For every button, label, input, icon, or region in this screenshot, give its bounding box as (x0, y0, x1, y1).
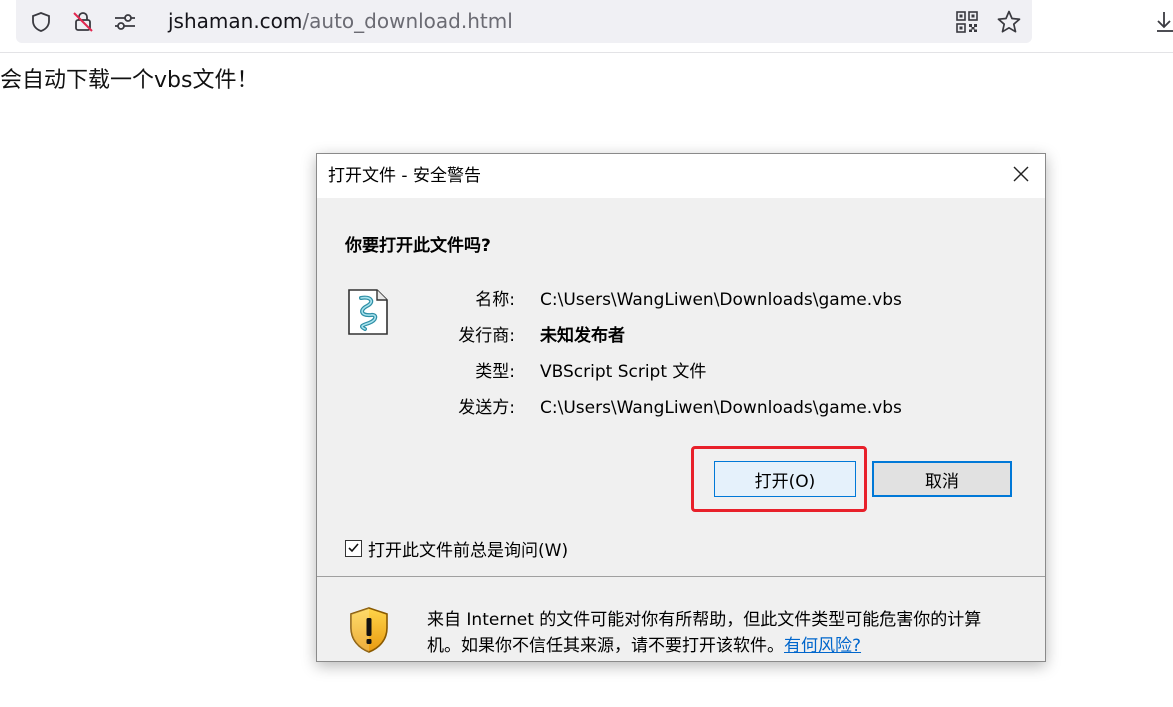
dialog-titlebar[interactable]: 打开文件 - 安全警告 (317, 154, 1045, 198)
security-shield-icon (348, 606, 390, 658)
info-value: VBScript Script 文件 (540, 362, 707, 382)
no-tracking-icon[interactable] (71, 10, 95, 34)
dialog-divider (317, 576, 1045, 577)
qr-code-icon[interactable] (956, 11, 978, 33)
info-row-publisher: 发行商: 未知发布者 (317, 323, 1037, 349)
info-row-type: 类型: VBScript Script 文件 (317, 359, 1037, 385)
open-button-highlight (691, 446, 867, 512)
info-label: 名称: (475, 290, 515, 310)
download-icon[interactable] (1156, 10, 1173, 38)
page-message: 始会自动下载一个vbs文件！ (0, 68, 259, 93)
info-row-name: 名称: C:\Users\WangLiwen\Downloads\game.vb… (317, 287, 1037, 313)
browser-toolbar: jshaman.com/auto_download.html (0, 0, 1173, 53)
info-label: 类型: (475, 362, 515, 382)
url-path: /auto_download.html (302, 9, 513, 33)
warning-line-2-text: 机。如果你不信任其来源，请不要打开该软件。 (427, 636, 784, 656)
security-warning-dialog: 打开文件 - 安全警告 你要打开此文件吗? 名称: C:\Users\WangL… (316, 153, 1046, 662)
info-value: C:\Users\WangLiwen\Downloads\game.vbs (540, 290, 902, 310)
checkmark-icon (347, 539, 360, 558)
shield-icon[interactable] (30, 11, 52, 33)
url-text[interactable]: jshaman.com/auto_download.html (168, 9, 513, 33)
warning-line-2: 机。如果你不信任其来源，请不要打开该软件。有何风险? (427, 633, 1027, 659)
bookmark-star-icon[interactable] (996, 9, 1022, 35)
cancel-button[interactable]: 取消 (872, 461, 1012, 497)
always-ask-label: 打开此文件前总是询问(W) (368, 541, 569, 561)
dialog-question: 你要打开此文件吗? (345, 236, 491, 256)
dialog-title: 打开文件 - 安全警告 (328, 166, 481, 186)
always-ask-checkbox[interactable] (345, 540, 362, 557)
site-permissions-icon[interactable] (113, 11, 137, 33)
info-label: 发送方: (458, 398, 515, 418)
address-bar[interactable]: jshaman.com/auto_download.html (16, 0, 1032, 43)
info-row-from: 发送方: C:\Users\WangLiwen\Downloads\game.v… (317, 395, 1037, 421)
info-label: 发行商: (458, 326, 515, 346)
risk-link[interactable]: 有何风险? (784, 636, 861, 656)
warning-message: 来自 Internet 的文件可能对你有所帮助，但此文件类型可能危害你的计算 机… (427, 607, 1027, 659)
info-value: C:\Users\WangLiwen\Downloads\game.vbs (540, 398, 902, 418)
url-host: jshaman.com (168, 9, 303, 33)
always-ask-option[interactable]: 打开此文件前总是询问(W) (345, 536, 568, 561)
close-icon (1013, 166, 1029, 186)
close-button[interactable] (1007, 162, 1035, 190)
warning-line-1: 来自 Internet 的文件可能对你有所帮助，但此文件类型可能危害你的计算 (427, 610, 982, 630)
info-value: 未知发布者 (540, 326, 625, 346)
